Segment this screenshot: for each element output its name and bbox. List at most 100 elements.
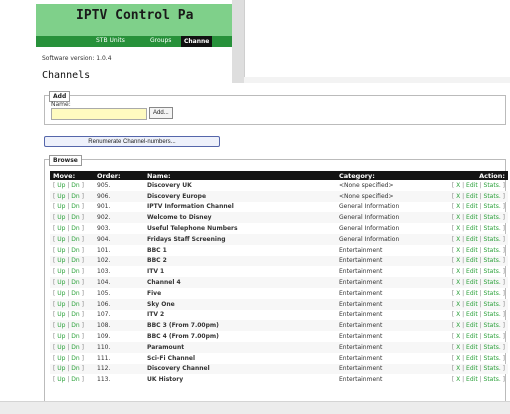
edit-link[interactable]: Edit bbox=[466, 268, 478, 275]
link-separator: ] bbox=[79, 225, 84, 233]
edit-link[interactable]: Edit bbox=[466, 279, 478, 286]
move-down-link[interactable]: Dn bbox=[71, 225, 79, 232]
link-separator: ] bbox=[79, 365, 84, 373]
link-separator: ] bbox=[500, 365, 505, 373]
edit-link[interactable]: Edit bbox=[466, 257, 478, 264]
edit-link[interactable]: Edit bbox=[466, 355, 478, 362]
edit-link[interactable]: Edit bbox=[466, 236, 478, 243]
stats-link[interactable]: Stats. bbox=[484, 247, 501, 254]
stats-link[interactable]: Stats. bbox=[484, 279, 501, 286]
stats-link[interactable]: Stats. bbox=[484, 203, 501, 210]
edit-link[interactable]: Edit bbox=[466, 214, 478, 221]
channel-name-cell: Discovery Europe bbox=[144, 190, 336, 202]
stats-link[interactable]: Stats. bbox=[484, 193, 501, 200]
stats-link[interactable]: Stats. bbox=[484, 344, 501, 351]
edit-link[interactable]: Edit bbox=[466, 376, 478, 383]
move-down-link[interactable]: Dn bbox=[71, 344, 79, 351]
move-cell: [ Up | Dn ] bbox=[50, 223, 94, 234]
table-row: [ Up | Dn ] 111. Sci-Fi Channel Entertainme… bbox=[50, 353, 508, 364]
move-down-link[interactable]: Dn bbox=[71, 257, 79, 264]
move-down-link[interactable]: Dn bbox=[71, 322, 79, 329]
move-down-link[interactable]: Dn bbox=[71, 214, 79, 221]
edit-link[interactable]: Edit bbox=[466, 365, 478, 372]
nav-stb-units[interactable]: STB Units bbox=[96, 37, 125, 44]
channel-name-cell: Useful Telephone Numbers bbox=[147, 225, 238, 233]
nav-channels[interactable]: Channe bbox=[181, 36, 213, 47]
edit-link[interactable]: Edit bbox=[466, 193, 478, 200]
channel-name-cell: BBC 2 bbox=[144, 255, 336, 267]
move-down-link[interactable]: Dn bbox=[71, 365, 79, 372]
stats-link[interactable]: Stats. bbox=[484, 236, 501, 243]
stats-link[interactable]: Stats. bbox=[484, 311, 501, 318]
link-separator: ] bbox=[500, 289, 505, 297]
move-down-link[interactable]: Dn bbox=[71, 247, 79, 254]
move-down-link[interactable]: Dn bbox=[71, 311, 79, 318]
edit-link[interactable]: Edit bbox=[466, 182, 478, 189]
stats-link[interactable]: Stats. bbox=[484, 225, 501, 232]
channel-name-cell: IPTV Information Channel bbox=[147, 203, 234, 211]
edit-link[interactable]: Edit bbox=[466, 225, 478, 232]
renumerate-button[interactable]: Renumerate Channel-numbers... bbox=[44, 136, 220, 147]
edit-link[interactable]: Edit bbox=[466, 333, 478, 340]
edit-link[interactable]: Edit bbox=[466, 311, 478, 318]
table-row: [ Up | Dn ] 901. IPTV Information Channel G… bbox=[50, 202, 508, 213]
move-down-link[interactable]: Dn bbox=[71, 193, 79, 200]
edit-link[interactable]: Edit bbox=[466, 203, 478, 210]
order-cell: 101. bbox=[97, 246, 111, 254]
link-separator: ] bbox=[79, 235, 84, 243]
action-cell: [ X | Edit | Stats. ] bbox=[446, 277, 508, 288]
col-category: Category: bbox=[336, 171, 446, 180]
move-down-link[interactable]: Dn bbox=[71, 301, 79, 308]
category-cell: Entertainment bbox=[336, 298, 446, 310]
link-separator: ] bbox=[500, 354, 505, 362]
stats-link[interactable]: Stats. bbox=[484, 182, 501, 189]
stats-link[interactable]: Stats. bbox=[484, 376, 501, 383]
order-cell: 104. bbox=[94, 277, 144, 288]
channel-name-cell: BBC 1 bbox=[147, 246, 167, 254]
order-cell: 107. bbox=[97, 311, 111, 319]
nav-groups[interactable]: Groups bbox=[150, 37, 171, 44]
link-separator: ] bbox=[500, 343, 505, 351]
move-down-link[interactable]: Dn bbox=[71, 236, 79, 243]
move-down-link[interactable]: Dn bbox=[71, 355, 79, 362]
move-cell: [ Up | Dn ] bbox=[50, 298, 94, 310]
move-cell: [ Up | Dn ] bbox=[50, 190, 94, 202]
category-cell: Entertainment bbox=[339, 311, 383, 319]
channels-table: Move: Order: Name: Category: Action: [ U… bbox=[50, 171, 508, 385]
edit-link[interactable]: Edit bbox=[466, 290, 478, 297]
channel-name-cell: Channel 4 bbox=[144, 277, 336, 288]
edit-link[interactable]: Edit bbox=[466, 301, 478, 308]
order-cell: 904. bbox=[94, 233, 144, 245]
table-row: [ Up | Dn ] 108. BBC 3 (From 7.00pm) Entert… bbox=[50, 320, 508, 332]
move-down-link[interactable]: Dn bbox=[71, 376, 79, 383]
stats-link[interactable]: Stats. bbox=[484, 257, 501, 264]
category-cell: Entertainment bbox=[336, 255, 446, 267]
stats-link[interactable]: Stats. bbox=[484, 301, 501, 308]
stats-link[interactable]: Stats. bbox=[484, 214, 501, 221]
edit-link[interactable]: Edit bbox=[466, 344, 478, 351]
edit-link[interactable]: Edit bbox=[466, 247, 478, 254]
link-separator: ] bbox=[500, 279, 505, 287]
move-cell: [ Up | Dn ] bbox=[50, 331, 94, 342]
action-cell: [ X | Edit | Stats. ] bbox=[446, 180, 508, 191]
move-down-link[interactable]: Dn bbox=[71, 290, 79, 297]
move-down-link[interactable]: Dn bbox=[71, 279, 79, 286]
stats-link[interactable]: Stats. bbox=[484, 365, 501, 372]
add-button[interactable]: Add... bbox=[149, 107, 173, 119]
page-title: Channels bbox=[42, 70, 91, 81]
edit-link[interactable]: Edit bbox=[466, 322, 478, 329]
move-down-link[interactable]: Dn bbox=[71, 268, 79, 275]
stats-link[interactable]: Stats. bbox=[484, 290, 501, 297]
stats-link[interactable]: Stats. bbox=[484, 322, 501, 329]
move-down-link[interactable]: Dn bbox=[71, 203, 79, 210]
move-down-link[interactable]: Dn bbox=[71, 333, 79, 340]
table-row: [ Up | Dn ] 113. UK History Entertainment [ … bbox=[50, 374, 508, 385]
link-separator: ] bbox=[500, 376, 505, 384]
category-cell: Entertainment bbox=[336, 363, 446, 375]
stats-link[interactable]: Stats. bbox=[484, 333, 501, 340]
background-window bbox=[232, 0, 510, 83]
stats-link[interactable]: Stats. bbox=[484, 268, 501, 275]
stats-link[interactable]: Stats. bbox=[484, 355, 501, 362]
channel-name-input[interactable] bbox=[51, 108, 147, 120]
move-down-link[interactable]: Dn bbox=[71, 182, 79, 189]
